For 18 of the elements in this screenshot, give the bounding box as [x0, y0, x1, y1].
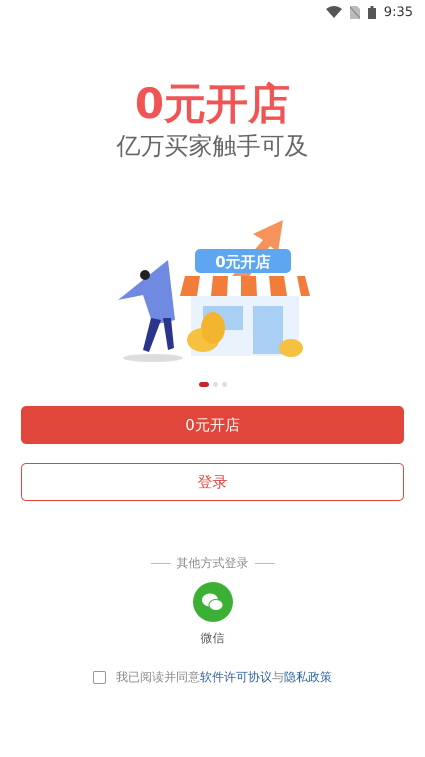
agreement-checkbox[interactable] — [93, 671, 106, 684]
open-store-button[interactable]: 0元开店 — [21, 406, 404, 444]
no-sim-icon — [350, 6, 360, 18]
sign-text: 0元开店 — [214, 253, 270, 271]
carousel-dot[interactable] — [212, 382, 218, 387]
chat-bubbles-icon[interactable] — [192, 582, 232, 622]
carousel-dot[interactable] — [222, 382, 226, 387]
wechat-label: 微信 — [200, 630, 224, 647]
hero-subtitle: 亿万买家触手可及 — [116, 131, 308, 162]
status-time: 9:35 — [384, 4, 413, 20]
other-login-heading: 其他方式登录 — [176, 555, 248, 572]
agreement-text: 我已阅读并同意软件许可协议与隐私政策 — [116, 669, 332, 686]
wifi-icon — [326, 6, 342, 18]
login-button[interactable]: 登录 — [21, 463, 404, 501]
hero-title: 0元开店 — [134, 78, 290, 130]
policy-link[interactable]: 软件许可协议 — [200, 670, 272, 684]
battery-icon — [368, 6, 376, 18]
policy-link[interactable]: 隐私政策 — [284, 670, 332, 684]
